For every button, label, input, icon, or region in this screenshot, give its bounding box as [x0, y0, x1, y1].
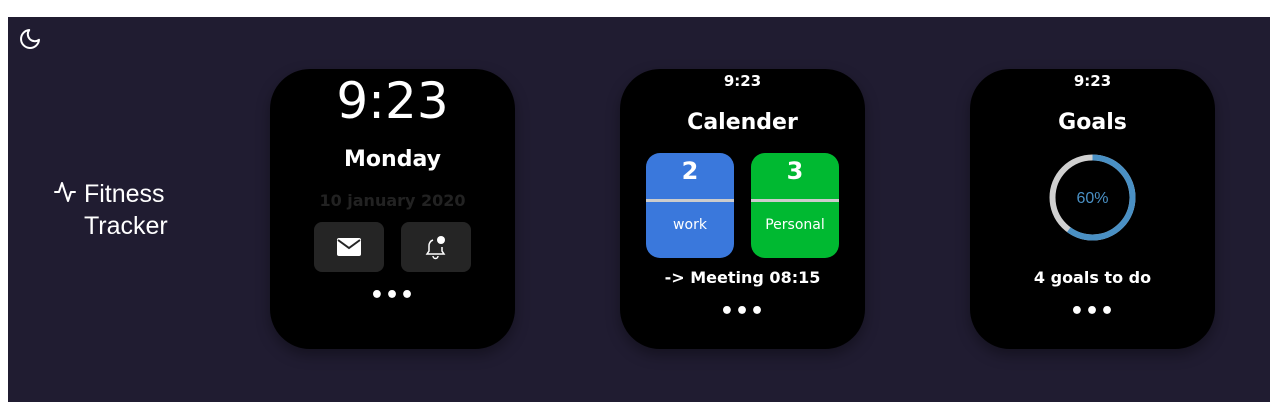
mail-button[interactable] [314, 222, 384, 272]
more-button[interactable]: ••• [620, 301, 865, 323]
brand: Fitness Tracker [53, 178, 214, 242]
personal-label: Personal [765, 217, 825, 233]
moon-icon[interactable] [18, 27, 42, 51]
personal-count: 3 [786, 157, 804, 185]
goals-title: Goals [1058, 110, 1127, 135]
work-events-tile[interactable]: 2 work [646, 153, 734, 258]
more-button[interactable]: ••• [270, 285, 515, 307]
work-label: work [673, 217, 707, 233]
activity-icon [54, 182, 76, 202]
date-label: 10 january 2020 [319, 191, 466, 210]
watch-home-card[interactable]: 9:23 Monday 10 january 2020 ••• [270, 69, 515, 349]
progress-label: 60% [1076, 190, 1108, 207]
calendar-title: Calender [687, 110, 798, 135]
goals-progress-ring: 60% [1049, 154, 1136, 241]
day-label: Monday [344, 147, 441, 172]
divider [646, 199, 734, 202]
personal-events-tile[interactable]: 3 Personal [751, 153, 839, 258]
more-button[interactable]: ••• [970, 301, 1215, 323]
bell-notification-icon [425, 236, 446, 260]
brand-title: Fitness Tracker [83, 180, 168, 240]
clock-time: 9:23 [1073, 72, 1112, 90]
divider [751, 199, 839, 202]
clock-time: 9:23 [336, 72, 449, 130]
watch-calendar-card[interactable]: 9:23 Calender 2 work 3 Personal -> Meeti… [620, 69, 865, 349]
watch-goals-card[interactable]: 9:23 Goals 60% 4 goals to do ••• [970, 69, 1215, 349]
clock-time: 9:23 [723, 72, 762, 90]
notifications-button[interactable] [401, 222, 471, 272]
mail-icon [337, 238, 361, 256]
next-meeting: -> Meeting 08:15 [664, 268, 821, 287]
goals-summary: 4 goals to do [1033, 268, 1152, 287]
work-count: 2 [681, 157, 699, 185]
